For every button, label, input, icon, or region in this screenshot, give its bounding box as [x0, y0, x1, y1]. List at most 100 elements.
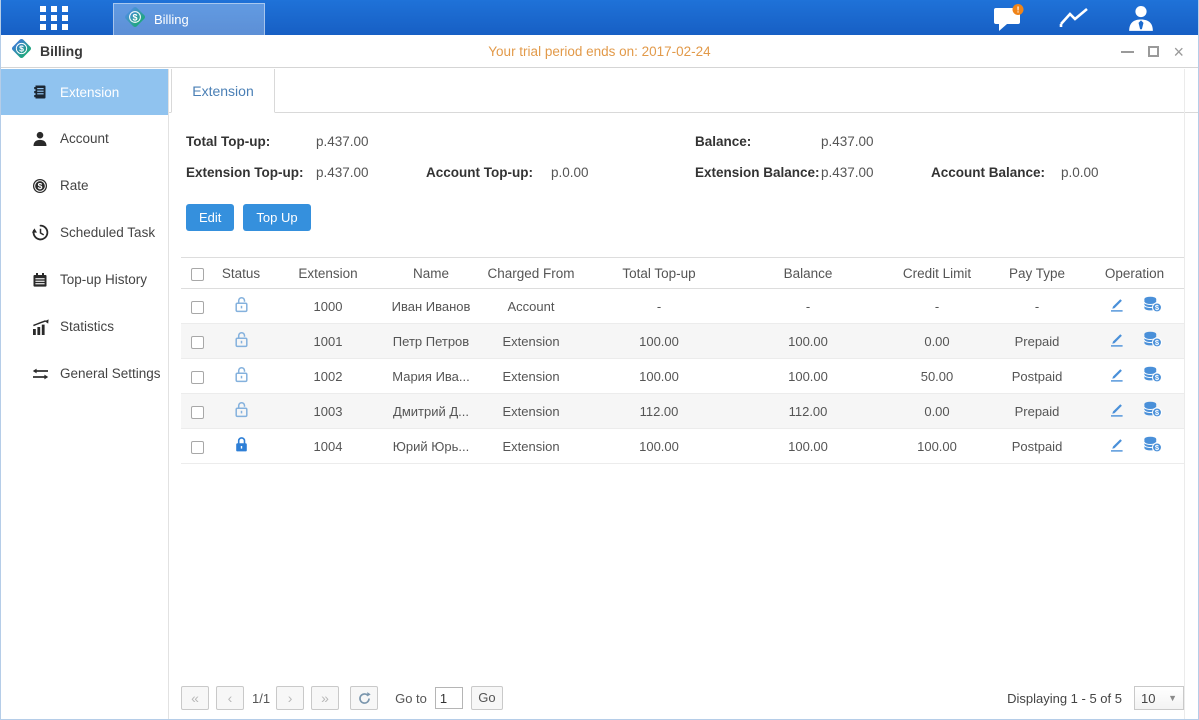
page-size-value: 10: [1141, 691, 1168, 706]
first-page-button[interactable]: «: [181, 686, 209, 710]
chevron-down-icon: ▼: [1168, 693, 1177, 703]
status-cell: [213, 359, 269, 394]
displaying-status: Displaying 1 - 5 of 5: [1007, 691, 1122, 706]
goto-label: Go to: [395, 691, 427, 706]
page-size-dropdown[interactable]: 10 ▼: [1134, 686, 1184, 710]
charged-from-cell: Account: [475, 289, 587, 324]
account-topup-label: Account Top-up:: [426, 165, 533, 180]
row-checkbox[interactable]: [191, 441, 204, 454]
window-titlebar: $ Billing Your trial period ends on: 201…: [1, 35, 1198, 68]
status-cell: [213, 394, 269, 429]
sidebar-item-scheduled-task[interactable]: Scheduled Task: [1, 209, 168, 256]
billing-diamond-icon: $: [124, 6, 146, 33]
pay-type-cell: Prepaid: [989, 324, 1085, 359]
column-header-credit-limit: Credit Limit: [885, 258, 989, 289]
sidebar-item-statistics[interactable]: Statistics: [1, 303, 168, 350]
sidebar-item-label: Account: [60, 131, 109, 146]
charged-from-cell: Extension: [475, 359, 587, 394]
column-header-operation: Operation: [1085, 258, 1184, 289]
svg-text:!: !: [1017, 4, 1020, 14]
extension-cell: 1002: [269, 359, 387, 394]
topup-icon[interactable]: $: [1143, 331, 1162, 351]
edit-button[interactable]: Edit: [186, 204, 234, 231]
lock-closed-icon: [234, 436, 249, 456]
last-page-button[interactable]: »: [311, 686, 339, 710]
billing-app-window: $ Billing !: [0, 0, 1199, 720]
general-settings-icon: [31, 365, 49, 382]
balance-cell: -: [731, 289, 885, 324]
close-icon[interactable]: ×: [1173, 45, 1184, 59]
table-row[interactable]: 1000Иван ИвановAccount----$: [181, 289, 1184, 324]
total-topup-value: p.437.00: [316, 134, 369, 149]
goto-page-input[interactable]: [435, 687, 463, 709]
topup-icon[interactable]: $: [1143, 366, 1162, 386]
messages-icon[interactable]: !: [992, 4, 1026, 32]
sidebar-item-account[interactable]: Account: [1, 115, 168, 162]
row-checkbox[interactable]: [191, 406, 204, 419]
column-header-status: Status: [213, 258, 269, 289]
extension-icon: [31, 84, 49, 101]
table-row[interactable]: 1001Петр ПетровExtension100.00100.000.00…: [181, 324, 1184, 359]
sidebar-item-rate[interactable]: $ Rate: [1, 162, 168, 209]
column-header-balance: Balance: [731, 258, 885, 289]
row-checkbox[interactable]: [191, 371, 204, 384]
status-cell: [213, 429, 269, 464]
edit-icon[interactable]: [1108, 296, 1125, 316]
sidebar-item-label: Top-up History: [60, 272, 147, 287]
table-row[interactable]: 1003Дмитрий Д...Extension112.00112.000.0…: [181, 394, 1184, 429]
topup-icon[interactable]: $: [1143, 401, 1162, 421]
scheduled-task-icon: [31, 224, 49, 241]
system-topbar: $ Billing !: [1, 0, 1198, 35]
topup-icon[interactable]: $: [1143, 296, 1162, 316]
table-row[interactable]: 1004Юрий Юрь...Extension100.00100.00100.…: [181, 429, 1184, 464]
column-header-name: Name: [387, 258, 475, 289]
row-checkbox[interactable]: [191, 301, 204, 314]
topup-icon[interactable]: $: [1143, 436, 1162, 456]
row-checkbox[interactable]: [191, 336, 204, 349]
apps-grid-icon[interactable]: [35, 5, 73, 31]
lock-open-icon: [234, 331, 249, 351]
main-content: Extension Total Top-up: p.437.00 Balance…: [169, 69, 1198, 719]
select-all-checkbox[interactable]: [191, 268, 204, 281]
maximize-icon[interactable]: [1148, 46, 1159, 57]
pay-type-cell: -: [989, 289, 1085, 324]
user-icon[interactable]: [1124, 4, 1158, 32]
trial-message: Your trial period ends on: 2017-02-24: [1, 44, 1198, 59]
account-balance-value: p.0.00: [1061, 165, 1099, 180]
tab-extension[interactable]: Extension: [171, 69, 275, 113]
pagination-bar: « ‹ 1/1 › » Go to Go Displaying 1 - 5 of…: [181, 685, 1184, 711]
edit-icon[interactable]: [1108, 401, 1125, 421]
charged-from-cell: Extension: [475, 429, 587, 464]
sidebar-item-topup-history[interactable]: Top-up History: [1, 256, 168, 303]
next-page-button[interactable]: ›: [276, 686, 304, 710]
sidebar-item-general-settings[interactable]: General Settings: [1, 350, 168, 397]
credit-limit-cell: -: [885, 289, 989, 324]
extension-cell: 1000: [269, 289, 387, 324]
sidebar-item-extension[interactable]: Extension: [1, 69, 168, 115]
balance-cell: 112.00: [731, 394, 885, 429]
credit-limit-cell: 0.00: [885, 394, 989, 429]
tab-strip: Extension: [169, 69, 1198, 113]
balance-value: p.437.00: [821, 134, 874, 149]
total-topup-cell: 100.00: [587, 429, 731, 464]
table-row[interactable]: 1002Мария Ива...Extension100.00100.0050.…: [181, 359, 1184, 394]
go-button[interactable]: Go: [471, 686, 503, 710]
total-topup-label: Total Top-up:: [186, 134, 270, 149]
name-cell: Юрий Юрь...: [387, 429, 475, 464]
taskbar-tab-billing[interactable]: $ Billing: [113, 3, 265, 35]
pay-type-cell: Prepaid: [989, 394, 1085, 429]
edit-icon[interactable]: [1108, 331, 1125, 351]
top-up-button[interactable]: Top Up: [243, 204, 310, 231]
operation-cell: $: [1085, 289, 1184, 324]
refresh-button[interactable]: [350, 686, 378, 710]
resource-monitor-icon[interactable]: [1058, 4, 1092, 32]
prev-page-button[interactable]: ‹: [216, 686, 244, 710]
edit-icon[interactable]: [1108, 366, 1125, 386]
svg-text:$: $: [19, 44, 24, 54]
extension-table: Status Extension Name Charged From Total…: [181, 257, 1184, 464]
edit-icon[interactable]: [1108, 436, 1125, 456]
credit-limit-cell: 0.00: [885, 324, 989, 359]
account-icon: [31, 130, 49, 147]
minimize-icon[interactable]: [1121, 51, 1134, 53]
page-title: Billing: [40, 43, 83, 59]
